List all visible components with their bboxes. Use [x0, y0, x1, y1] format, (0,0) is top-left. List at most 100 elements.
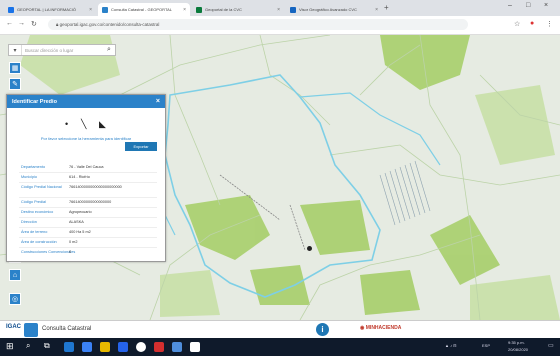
address-bar-row: ← → ↻ 🔒︎ geoportal.igac.gov.co/contenido…: [0, 16, 560, 35]
home-tool-button[interactable]: ⌂: [9, 269, 21, 281]
basemap-tool-button[interactable]: ▦: [9, 62, 21, 74]
attr-key: Municipio: [21, 175, 38, 179]
attr-value: 76614000000000000000: [69, 200, 112, 204]
divider: [19, 237, 157, 238]
tab-label: Consulta Catastral - GEOPORTAL: [111, 7, 172, 12]
close-icon[interactable]: ×: [183, 7, 186, 13]
notification-icon[interactable]: ▭: [548, 342, 554, 349]
panel-header: Identificar Predio ×: [7, 95, 165, 108]
attr-value: 614 - Riofrío: [69, 175, 90, 179]
igac-emblem-icon: [24, 323, 38, 337]
tab-favicon-icon: [8, 6, 14, 13]
office-app-icon[interactable]: [154, 342, 164, 352]
url-text: geoportal.igac.gov.co/contenido/consulta…: [59, 22, 160, 27]
layers-list-icon[interactable]: ▾: [9, 45, 22, 55]
map-search-box: ▾ Buscar dirección o lugar ⌕: [8, 44, 116, 56]
attr-key: Código Predial Nacional: [21, 185, 62, 189]
windows-start-icon[interactable]: ⊞: [6, 341, 16, 351]
browser-tab-bar: GEOPORTAL | LA INFORMACIÓ × Consulta Cat…: [0, 0, 560, 16]
info-icon[interactable]: i: [316, 323, 329, 336]
search-icon[interactable]: ⌕: [103, 46, 115, 54]
close-icon[interactable]: ×: [375, 7, 378, 13]
language-indicator[interactable]: ESP: [482, 343, 490, 348]
word-app-icon[interactable]: [190, 342, 200, 352]
location-marker-icon[interactable]: [307, 246, 312, 251]
tab-label: Visor Geográfico Avanzado CVC: [299, 7, 357, 12]
tab-label: GEOPORTAL | LA INFORMACIÓ: [17, 7, 76, 12]
tab-favicon-icon: [196, 6, 202, 13]
minimize-icon[interactable]: –: [508, 2, 512, 9]
back-icon[interactable]: ←: [6, 20, 13, 27]
divider: [19, 217, 157, 218]
os-taskbar: ⊞ ⌕ ⧉ ▲ ♪ ⊟ ESP 9:35 p.m. 20/08/2020 ▭: [0, 338, 560, 356]
new-tab-icon[interactable]: +: [384, 3, 389, 12]
attr-key: Código Predial: [21, 200, 46, 204]
clock-time[interactable]: 9:35 p.m.: [508, 340, 525, 345]
attr-key: Construcciones Convencionales: [21, 250, 76, 254]
export-button[interactable]: Exportar: [125, 142, 157, 151]
divider: [19, 197, 157, 198]
reload-icon[interactable]: ↻: [31, 20, 37, 28]
chrome-app-icon[interactable]: [136, 342, 146, 352]
attr-value: 0: [69, 250, 72, 254]
mail-app-icon[interactable]: [82, 342, 92, 352]
partner-logo: ◉ MINHACIENDA: [360, 325, 401, 331]
tab-favicon-icon: [102, 6, 108, 13]
attr-key: Área de construcción: [21, 240, 57, 244]
attr-value: 76 - Valle Del Cauca: [69, 165, 104, 169]
app-footer: IGAC Consulta Catastral i ◉ MINHACIENDA: [0, 320, 560, 339]
app-title: Consulta Catastral: [42, 326, 92, 332]
attr-value: 400 Ha 5 m2: [69, 230, 91, 234]
attr-key: Departamento: [21, 165, 46, 169]
tab-visor-cvc[interactable]: Visor Geográfico Avanzado CVC ×: [286, 3, 382, 16]
url-field[interactable]: 🔒︎ geoportal.igac.gov.co/contenido/consu…: [48, 19, 468, 30]
divider: [19, 172, 157, 173]
identify-tool-button[interactable]: ✎: [9, 78, 21, 90]
tray-icons[interactable]: ▲ ♪ ⊟: [445, 343, 457, 348]
divider: [19, 182, 157, 183]
attr-value: ALASKA: [69, 220, 84, 224]
locate-tool-button[interactable]: ◎: [9, 293, 21, 305]
panel-hint: Por favor seleccione la herramienta para…: [40, 136, 132, 141]
edge-app-icon[interactable]: [64, 342, 74, 352]
close-icon[interactable]: ×: [277, 7, 280, 13]
attr-value: 0 m2: [69, 240, 78, 244]
task-view-icon[interactable]: ⧉: [44, 341, 54, 351]
home-icon: ⌂: [12, 271, 18, 279]
partner-name: MINHACIENDA: [365, 325, 402, 331]
tab-geoportal-cvc[interactable]: Geoportal de la CVC ×: [192, 3, 284, 16]
locate-icon: ◎: [11, 296, 19, 303]
tab-favicon-icon: [290, 6, 296, 13]
close-window-icon[interactable]: ×: [544, 2, 548, 9]
tab-geoportal[interactable]: GEOPORTAL | LA INFORMACIÓ ×: [4, 3, 96, 16]
attr-key: Dirección: [21, 220, 37, 224]
attr-key: Destino económico: [21, 210, 54, 214]
attr-value: Agropecuario: [69, 210, 92, 214]
grid-icon: ▦: [11, 65, 19, 72]
divider: [19, 247, 157, 248]
identify-icon: ✎: [12, 81, 18, 88]
attr-value: 7661400000000000000000000: [69, 185, 122, 189]
divider: [19, 227, 157, 228]
tab-consulta-catastral[interactable]: Consulta Catastral - GEOPORTAL ×: [98, 3, 190, 16]
search-icon[interactable]: ⌕: [26, 341, 36, 351]
line-tool-icon[interactable]: ╲: [81, 119, 86, 130]
explorer-app-icon[interactable]: [100, 342, 110, 352]
menu-icon[interactable]: ⋮: [546, 20, 553, 28]
profile-icon[interactable]: ●: [530, 20, 534, 27]
attr-key: Área de terreno: [21, 230, 48, 234]
store-app-icon[interactable]: [118, 342, 128, 352]
divider: [19, 207, 157, 208]
maximize-icon[interactable]: □: [526, 2, 530, 9]
close-icon[interactable]: ×: [156, 98, 160, 105]
forward-icon[interactable]: →: [18, 20, 25, 27]
close-icon[interactable]: ×: [89, 7, 92, 13]
star-icon[interactable]: ☆: [514, 20, 520, 28]
point-tool-icon[interactable]: •: [65, 119, 68, 129]
search-input[interactable]: Buscar dirección o lugar: [22, 48, 103, 53]
clock-date[interactable]: 20/08/2020: [508, 347, 528, 352]
panel-title: Identificar Predio: [12, 98, 57, 105]
tab-label: Geoportal de la CVC: [205, 7, 242, 12]
polygon-tool-icon[interactable]: ◣: [99, 119, 106, 130]
photos-app-icon[interactable]: [172, 342, 182, 352]
